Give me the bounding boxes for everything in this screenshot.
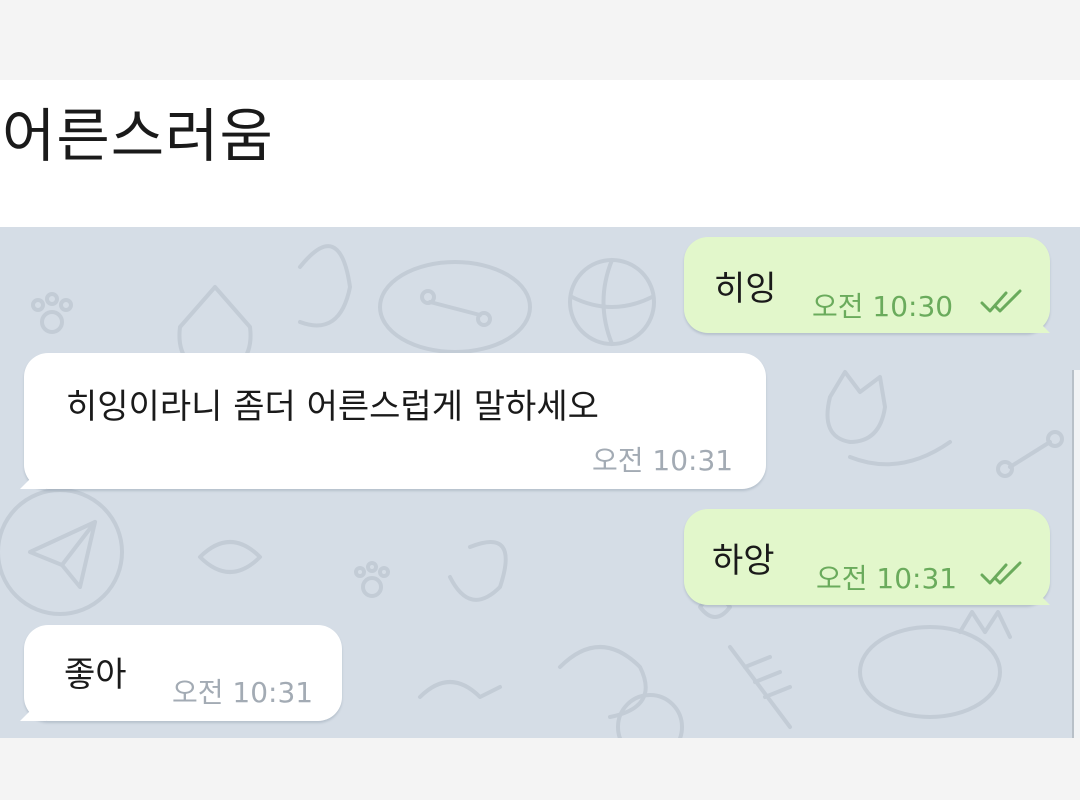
message-text: 히잉 [714, 269, 777, 309]
bottom-bar [0, 738, 1080, 800]
post-title: 어른스러움 [2, 102, 274, 170]
double-check-icon [980, 561, 1022, 585]
adjacent-screen-edge [1072, 370, 1080, 738]
message-time: 오전 10:31 [592, 444, 734, 477]
message-text: 하앙 [712, 541, 775, 581]
top-bar [0, 0, 1080, 80]
bubble-tail [1024, 579, 1050, 605]
message-bubble-outgoing[interactable]: 하앙 오전 10:31 [684, 509, 1050, 605]
message-bubble-incoming[interactable]: 좋아 오전 10:31 [20, 625, 342, 721]
message-time: 오전 10:31 [172, 676, 314, 709]
message-text: 좋아 [64, 655, 127, 695]
bubble-tail [1024, 307, 1050, 333]
double-check-icon [980, 289, 1022, 313]
chat-area[interactable]: 히잉 오전 10:30 히잉이라니 좀더 어른스럽게 말하세오 오전 10:31… [0, 227, 1080, 738]
message-bubble-outgoing[interactable]: 히잉 오전 10:30 [684, 237, 1050, 333]
message-time: 오전 10:31 [816, 562, 958, 595]
message-time: 오전 10:30 [812, 290, 954, 323]
message-bubble-incoming[interactable]: 히잉이라니 좀더 어른스럽게 말하세오 오전 10:31 [20, 353, 766, 489]
message-text: 히잉이라니 좀더 어른스럽게 말하세오 [66, 387, 599, 427]
